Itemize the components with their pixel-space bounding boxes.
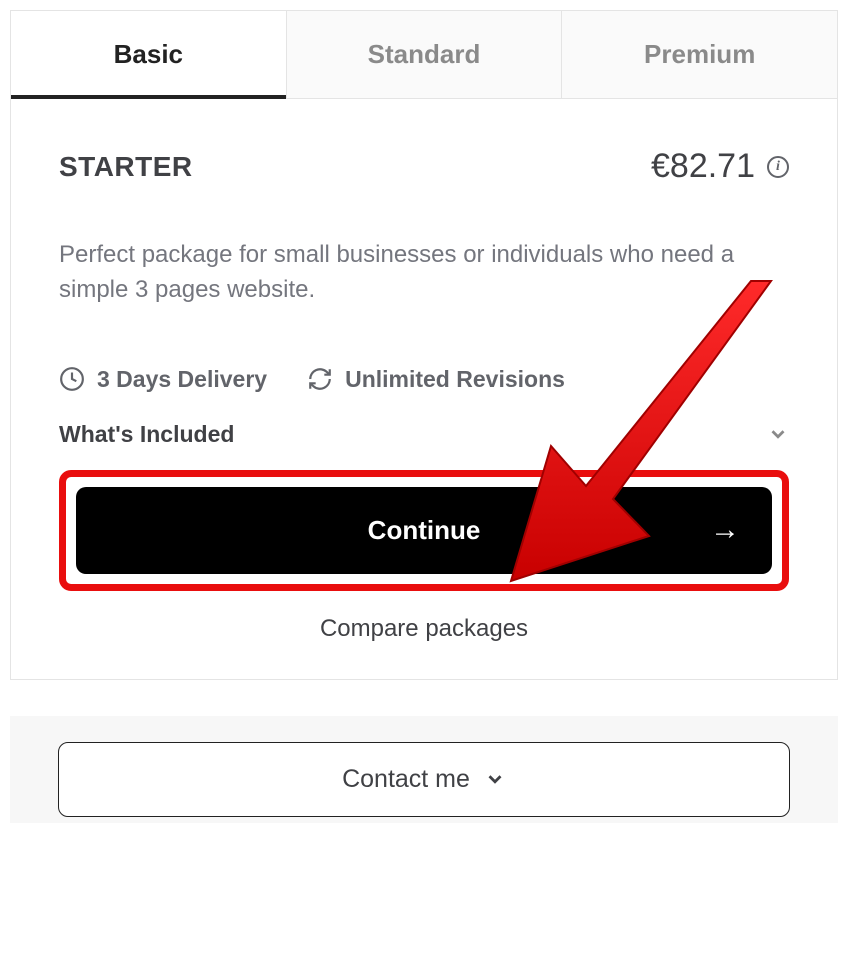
chevron-down-icon	[484, 768, 506, 790]
continue-label: Continue	[368, 515, 481, 546]
whats-included-label: What's Included	[59, 421, 234, 448]
contact-label: Contact me	[342, 765, 470, 794]
tabs-row: Basic Standard Premium	[11, 11, 837, 99]
chevron-down-icon	[767, 423, 789, 445]
plan-name: STARTER	[59, 151, 193, 183]
tab-basic[interactable]: Basic	[11, 11, 287, 98]
plan-price: €82.71	[651, 147, 755, 186]
price-wrap: €82.71 i	[651, 147, 789, 186]
revisions-text: Unlimited Revisions	[345, 366, 565, 393]
contact-me-button[interactable]: Contact me	[58, 742, 790, 817]
info-icon[interactable]: i	[767, 156, 789, 178]
contact-section: Contact me	[10, 716, 838, 823]
delivery-text: 3 Days Delivery	[97, 366, 267, 393]
continue-highlight: Continue →	[59, 470, 789, 591]
whats-included-toggle[interactable]: What's Included	[59, 421, 789, 448]
continue-button[interactable]: Continue →	[76, 487, 772, 574]
compare-packages-link[interactable]: Compare packages	[59, 615, 789, 643]
package-body: STARTER €82.71 i Perfect package for sma…	[11, 99, 837, 679]
tab-premium[interactable]: Premium	[562, 11, 837, 98]
arrow-right-icon: →	[710, 513, 740, 547]
delivery-item: 3 Days Delivery	[59, 366, 267, 393]
meta-row: 3 Days Delivery Unlimited Revisions	[59, 366, 789, 393]
package-card: Basic Standard Premium STARTER €82.71 i …	[10, 10, 838, 680]
revisions-item: Unlimited Revisions	[307, 366, 565, 393]
clock-icon	[59, 366, 85, 392]
tab-standard[interactable]: Standard	[287, 11, 563, 98]
title-row: STARTER €82.71 i	[59, 147, 789, 186]
refresh-icon	[307, 366, 333, 392]
plan-description: Perfect package for small businesses or …	[59, 238, 789, 308]
